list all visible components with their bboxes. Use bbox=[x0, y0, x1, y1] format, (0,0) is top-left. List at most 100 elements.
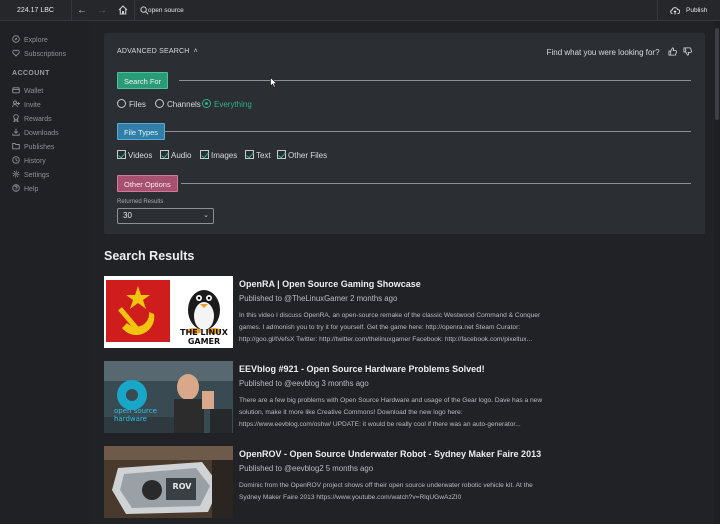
checkbox-label: Other Files bbox=[288, 151, 328, 160]
result-description: Dominic from the OpenROV project shows o… bbox=[239, 480, 594, 516]
chevron-down-icon: ⌄ bbox=[203, 212, 209, 219]
description-line: There are a few big problems with Open S… bbox=[239, 397, 543, 404]
radio-channels[interactable]: Channels bbox=[155, 99, 201, 109]
description-line: http://goo.gl/tVefsX Twitter: http://twi… bbox=[239, 336, 533, 343]
advanced-search-toggle[interactable]: ADVANCED SEARCH ˄ bbox=[117, 48, 198, 55]
returned-results-value: 30 bbox=[123, 211, 132, 220]
scrollbar-thumb[interactable] bbox=[715, 28, 719, 120]
sidebar-item-label: Explore bbox=[24, 37, 48, 44]
sidebar-item-settings[interactable]: Settings bbox=[12, 170, 49, 182]
radio-label: Channels bbox=[167, 100, 201, 109]
mouse-cursor-icon bbox=[270, 77, 278, 88]
publish-button[interactable]: Publish bbox=[670, 0, 707, 21]
checkbox-label: Videos bbox=[128, 151, 153, 160]
sidebar-item-explore[interactable]: Explore bbox=[12, 35, 48, 47]
radio-circle-selected bbox=[202, 99, 211, 108]
search-result-item[interactable]: THE LINUX GAMER OpenRA | Open Source Gam… bbox=[104, 276, 704, 348]
sidebar-item-invite[interactable]: Invite bbox=[12, 100, 41, 112]
checkbox-audio[interactable]: Audio bbox=[160, 150, 191, 160]
help-icon bbox=[12, 184, 20, 192]
sidebar-item-history[interactable]: History bbox=[12, 156, 46, 168]
upload-cloud-icon bbox=[670, 7, 680, 15]
compass-icon bbox=[12, 35, 20, 43]
thumbs-down-icon[interactable] bbox=[683, 47, 692, 56]
advanced-search-panel: ADVANCED SEARCH ˄ Find what you were loo… bbox=[104, 33, 705, 234]
video-thumbnail[interactable]: open source hardware bbox=[104, 361, 233, 433]
sidebar-item-subscriptions[interactable]: Subscriptions bbox=[12, 49, 66, 61]
user-plus-icon bbox=[12, 100, 20, 108]
result-meta: Published to @eevblog 3 months ago bbox=[239, 379, 369, 388]
sidebar-account-heading: ACCOUNT bbox=[12, 70, 50, 77]
radio-circle bbox=[155, 99, 164, 108]
sidebar-item-downloads[interactable]: Downloads bbox=[12, 128, 59, 140]
search-result-item[interactable]: ROV OpenROV - Open Source Underwater Rob… bbox=[104, 446, 704, 518]
radio-everything[interactable]: Everything bbox=[202, 99, 252, 109]
thumbnail-caption: ROV bbox=[172, 482, 192, 491]
video-thumbnail[interactable]: ROV bbox=[104, 446, 233, 518]
gear-icon bbox=[12, 170, 20, 178]
checkbox-box bbox=[160, 150, 169, 159]
search-for-tag: Search For bbox=[117, 72, 169, 89]
checkbox-box bbox=[200, 150, 209, 159]
checkbox-box bbox=[117, 150, 126, 159]
returned-results-label: Returned Results bbox=[117, 199, 164, 205]
award-icon bbox=[13, 114, 19, 122]
publish-label: Publish bbox=[686, 7, 708, 14]
radio-circle bbox=[117, 99, 126, 108]
checkbox-label: Text bbox=[256, 151, 271, 160]
other-options-divider bbox=[181, 183, 691, 184]
search-results-heading: Search Results bbox=[104, 249, 195, 263]
returned-results-select[interactable]: 30 ⌄ bbox=[117, 208, 214, 224]
checkbox-text[interactable]: Text bbox=[245, 150, 271, 160]
radio-label: Everything bbox=[214, 100, 252, 109]
search-result-item[interactable]: open source hardware EEVblog #921 - Open… bbox=[104, 361, 704, 433]
checkbox-label: Images bbox=[211, 151, 238, 160]
sidebar-item-label: Help bbox=[24, 186, 39, 193]
feedback-prompt: Find what you were looking for? bbox=[547, 47, 692, 57]
video-thumbnail[interactable]: THE LINUX GAMER bbox=[104, 276, 233, 348]
description-line: https://www.eevblog.com/oshw/ UPDATE: it… bbox=[239, 421, 521, 428]
thumbs-up-icon[interactable] bbox=[668, 47, 677, 56]
sidebar-item-label: History bbox=[24, 158, 46, 165]
radio-files[interactable]: Files bbox=[117, 99, 146, 109]
sidebar-item-label: Settings bbox=[24, 172, 50, 179]
search-input[interactable] bbox=[148, 3, 648, 18]
thumbnail-caption: open source hardware bbox=[114, 407, 157, 423]
sidebar-item-label: Rewards bbox=[24, 116, 52, 123]
sidebar-item-rewards[interactable]: Rewards bbox=[12, 114, 52, 126]
checkbox-box bbox=[245, 150, 254, 159]
checkbox-label: Audio bbox=[171, 151, 192, 160]
sidebar-item-wallet[interactable]: Wallet bbox=[12, 86, 43, 98]
checkbox-box bbox=[277, 150, 286, 159]
checkbox-other-files[interactable]: Other Files bbox=[277, 150, 327, 160]
search-for-divider bbox=[179, 80, 691, 81]
result-title[interactable]: OpenRA | Open Source Gaming Showcase bbox=[239, 279, 421, 289]
back-arrow-icon[interactable]: ← bbox=[74, 3, 90, 18]
sidebar-item-label: Wallet bbox=[24, 88, 44, 95]
description-line: Sydney Maker Faire 2013 https://www.yout… bbox=[239, 494, 462, 501]
sidebar-item-label: Subscriptions bbox=[24, 51, 67, 58]
description-line: Dominic from the OpenROV project shows o… bbox=[239, 482, 533, 489]
description-line: In this video I discuss OpenRA, an open-… bbox=[239, 312, 541, 319]
result-title[interactable]: OpenROV - Open Source Underwater Robot -… bbox=[239, 449, 541, 459]
top-bar: 224.17 LBC ← → Publish bbox=[0, 0, 720, 21]
description-line: solution, make it more like Creative Com… bbox=[239, 409, 463, 416]
home-icon[interactable] bbox=[115, 3, 131, 18]
checkbox-videos[interactable]: Videos bbox=[117, 150, 152, 160]
sidebar-item-publishes[interactable]: Publishes bbox=[12, 142, 54, 154]
feedback-text: Find what you were looking for? bbox=[546, 48, 660, 57]
result-title[interactable]: EEVblog #921 - Open Source Hardware Prob… bbox=[239, 364, 485, 374]
result-meta: Published to @TheLinuxGamer 2 months ago bbox=[239, 294, 398, 303]
sidebar-item-label: Invite bbox=[24, 102, 41, 109]
search-bar bbox=[134, 0, 658, 21]
wallet-icon bbox=[12, 87, 20, 94]
heart-icon bbox=[12, 49, 20, 57]
description-line: games. I admonish you to try it for your… bbox=[239, 324, 521, 331]
checkbox-images[interactable]: Images bbox=[200, 150, 237, 160]
sidebar-item-label: Publishes bbox=[24, 144, 55, 151]
sidebar-item-help[interactable]: Help bbox=[12, 184, 38, 196]
result-meta: Published to @eevblog2 5 months ago bbox=[239, 464, 374, 473]
wallet-balance[interactable]: 224.17 LBC bbox=[0, 0, 72, 21]
result-description: In this video I discuss OpenRA, an open-… bbox=[239, 310, 594, 346]
forward-arrow-icon[interactable]: → bbox=[94, 3, 110, 18]
